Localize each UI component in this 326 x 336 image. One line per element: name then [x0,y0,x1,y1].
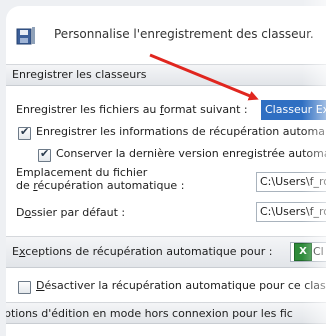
save-format-label: Enregistrer les fichiers au format suiva… [16,103,248,116]
save-disk-icon [16,27,35,45]
exceptions-label: Exceptions de récupération automatique p… [12,245,273,258]
section-autorecover-exceptions: Exceptions de récupération automatique p… [6,236,326,268]
checkmark-icon: ✔ [20,125,30,138]
section-title: Enregistrer les classeurs [12,68,147,81]
save-options-header: Personnalise l'enregistrement des classe… [14,24,326,50]
section-save-workbooks: Enregistrer les classeurs [6,64,326,86]
excel-workbook-icon: X [294,243,312,261]
keep-last-version-label: Conserver la dernière version enregistré… [56,147,326,160]
offline-section-title: ptions d'édition en mode hors connexion … [6,307,293,320]
autorecover-info-checkbox[interactable]: ✔ [18,125,31,140]
save-format-select[interactable]: Classeur Exc [261,100,326,120]
disable-autorecover-label: Désactiver la récupération automatique p… [36,279,326,292]
checkmark-icon: ✔ [40,147,50,160]
save-format-value: Classeur Exc [265,103,326,116]
default-folder-label: Dossier par défaut : [16,206,126,219]
header-description: Personnalise l'enregistrement des classe… [54,27,314,41]
disable-autorecover-checkbox[interactable] [18,281,31,294]
excel-options-panel: Personnalise l'enregistrement des classe… [6,6,326,336]
default-folder-input[interactable]: C:\Users\f_ro [256,202,326,222]
autorecover-location-input[interactable]: C:\Users\f_ro [256,172,326,192]
autorecover-location-label-line2: de récupération automatique : [16,179,185,192]
autorecover-location-label-line1: Emplacement du fichier [16,166,148,179]
exceptions-workbook-value: Cl [313,245,324,258]
autorecover-info-label: Enregistrer les informations de récupéra… [36,125,325,138]
section-offline-editing: ptions d'édition en mode hors connexion … [6,302,326,324]
keep-last-version-checkbox[interactable]: ✔ [38,147,51,162]
